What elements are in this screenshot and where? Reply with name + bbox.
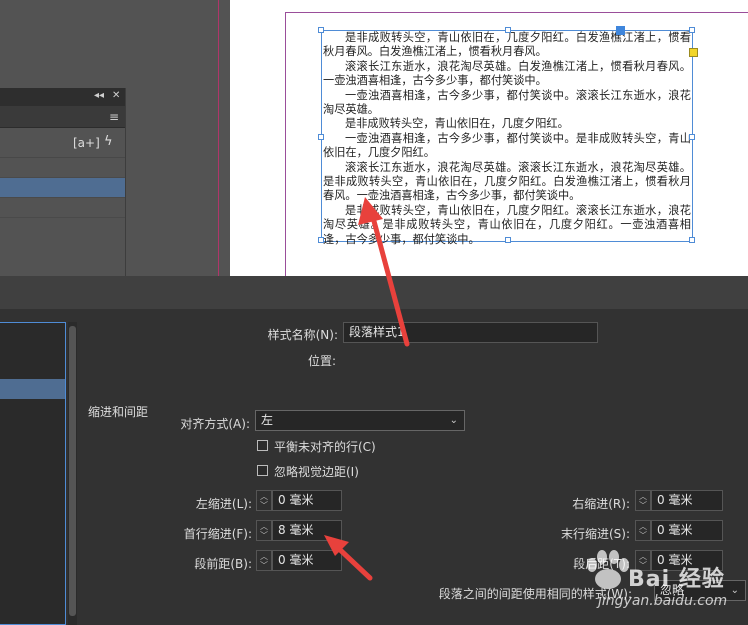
text-out-port[interactable]	[689, 48, 698, 57]
floating-panel: ◂◂ ✕ ≡ [a+] ϟ	[0, 88, 126, 276]
paragraph: 一壶浊酒喜相逢，古今多少事，都付笑谈中。滚滚长江东逝水，浪花淘尽英雄。	[323, 88, 691, 117]
ignore-margin-label: 忽略视觉边距(I)	[274, 465, 359, 479]
right-indent-input[interactable]: 0 毫米	[651, 490, 723, 511]
resize-handle-bottom[interactable]	[505, 237, 511, 243]
section-title: 缩进和间距	[88, 405, 149, 419]
lightning-icon[interactable]: ϟ	[104, 134, 113, 149]
style-name-label: 样式名称(N):	[267, 328, 338, 342]
text-in-port[interactable]	[616, 26, 625, 35]
chevron-down-icon: ⌄	[449, 415, 458, 426]
alignment-value: 左	[261, 413, 274, 427]
right-indent-stepper[interactable]: ︿ ﹀	[635, 490, 651, 511]
resize-handle-right[interactable]	[689, 134, 695, 140]
layout-canvas[interactable]: 是非成败转头空，青山依旧在，几度夕阳红。白发渔樵江渚上，惯看秋月春风。白发渔樵江…	[0, 0, 748, 276]
watermark-brand: Bai 经验	[628, 567, 725, 592]
paragraph: 一壶浊酒喜相逢，古今多少事，都付笑谈中。是非成败转头空，青山依旧在，几度夕阳红。	[323, 131, 691, 160]
resize-handle-left[interactable]	[318, 134, 324, 140]
frame-text-content[interactable]: 是非成败转头空，青山依旧在，几度夕阳红。白发渔樵江渚上，惯看秋月春风。白发渔樵江…	[322, 31, 694, 247]
space-before-input[interactable]: 0 毫米	[272, 550, 342, 571]
panel-titlebar[interactable]: ◂◂ ✕	[0, 88, 125, 106]
alignment-label: 对齐方式(A):	[180, 417, 250, 431]
left-indent-stepper[interactable]: ︿ ﹀	[256, 490, 272, 511]
text-insert-icon[interactable]: [a+]	[73, 136, 100, 150]
list-item-selected[interactable]	[0, 178, 125, 198]
dialog-top-strip	[0, 276, 748, 309]
last-line-indent-input[interactable]: 0 毫米	[651, 520, 723, 541]
resize-handle-bottom-left[interactable]	[318, 237, 324, 243]
list-item[interactable]	[0, 158, 125, 178]
collapse-icon[interactable]: ◂◂	[94, 90, 104, 101]
left-indent-label: 左缩进(L):	[195, 497, 252, 511]
first-line-indent-stepper[interactable]: ︿ ﹀	[256, 520, 272, 541]
alignment-select[interactable]: 左 ⌄	[255, 410, 465, 431]
location-label: 位置:	[307, 354, 336, 368]
resize-handle-top-right[interactable]	[689, 27, 695, 33]
left-indent-input[interactable]: 0 毫米	[272, 490, 342, 511]
scrollbar-thumb[interactable]	[69, 326, 76, 616]
list-item[interactable]	[0, 198, 125, 218]
panel-tab-row: ≡	[0, 106, 125, 128]
last-line-indent-stepper[interactable]: ︿ ﹀	[635, 520, 651, 541]
paragraph: 是非成败转头空，青山依旧在，几度夕阳红。	[345, 117, 569, 131]
paragraph: 滚滚长江东逝水，浪花淘尽英雄。滚滚长江东逝水，浪花淘尽英雄。是非成败转头空，青山…	[323, 160, 691, 203]
style-name-input[interactable]: 段落样式1	[343, 322, 598, 343]
balance-lines-label: 平衡未对齐的行(C)	[274, 440, 376, 454]
resize-handle-top-left[interactable]	[318, 27, 324, 33]
paragraph: 滚滚长江东逝水，浪花淘尽英雄。白发渔樵江渚上，惯看秋月春风。一壶浊酒喜相逢，古今…	[323, 59, 691, 88]
resize-handle-top[interactable]	[505, 27, 511, 33]
category-list[interactable]	[0, 322, 66, 625]
panel-toolbar: [a+] ϟ	[0, 128, 125, 158]
balance-lines-checkbox[interactable]	[257, 440, 268, 451]
watermark-url: jingyan.baidu.com	[598, 593, 728, 609]
page-bleed-guide	[218, 0, 219, 276]
space-before-stepper[interactable]: ︿ ﹀	[256, 550, 272, 571]
category-scrollbar[interactable]	[68, 322, 77, 625]
first-line-indent-label: 首行缩进(F):	[183, 527, 252, 541]
resize-handle-bottom-right[interactable]	[689, 237, 695, 243]
first-line-indent-input[interactable]: 8 毫米	[272, 520, 342, 541]
right-indent-label: 右缩进(R):	[572, 497, 630, 511]
close-icon[interactable]: ✕	[112, 90, 120, 101]
menu-icon[interactable]: ≡	[109, 110, 119, 124]
space-before-label: 段前距(B):	[194, 557, 252, 571]
category-item-selected[interactable]	[0, 379, 65, 399]
watermark: Bai 经验 jingyan.baidu.com	[578, 545, 748, 625]
ignore-margin-checkbox[interactable]	[257, 465, 268, 476]
text-frame[interactable]: 是非成败转头空，青山依旧在，几度夕阳红。白发渔樵江渚上，惯看秋月春风。白发渔樵江…	[318, 26, 698, 246]
last-line-indent-label: 末行缩进(S):	[560, 527, 630, 541]
paragraph: 是非成败转头空，青山依旧在，几度夕阳红。白发渔樵江渚上，惯看秋月春风。白发渔樵江…	[323, 31, 691, 59]
